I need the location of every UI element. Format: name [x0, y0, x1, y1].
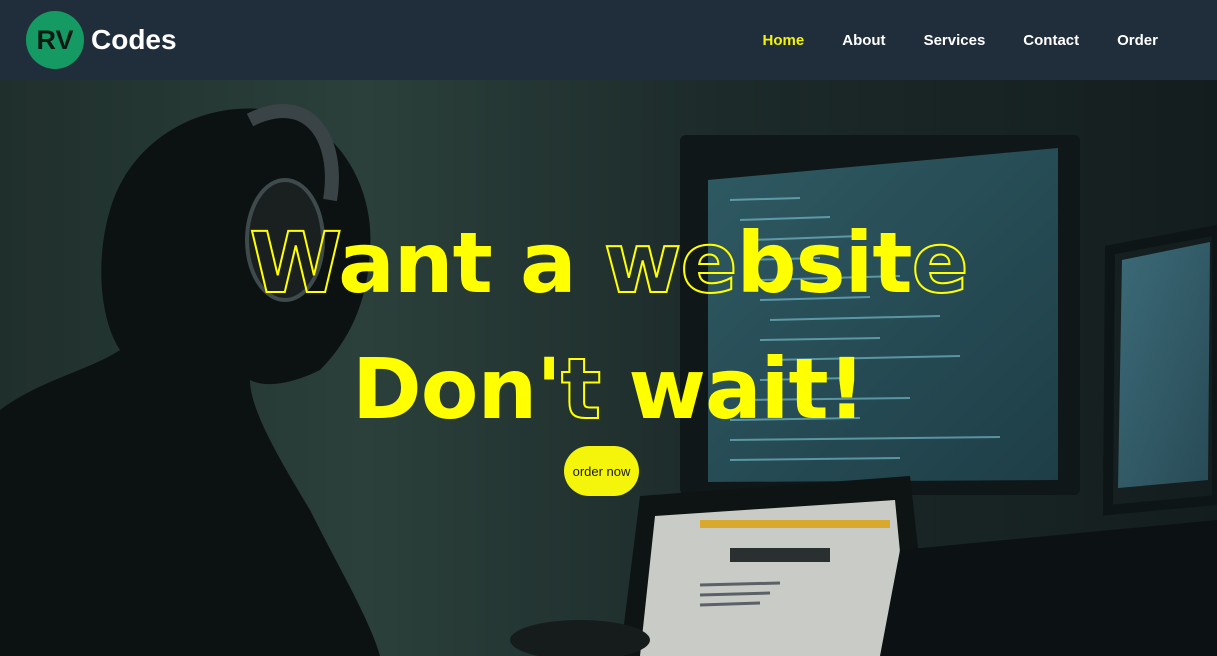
nav-link-order[interactable]: Order: [1098, 32, 1177, 49]
headline-line-1: Want a website: [0, 200, 1217, 326]
headline-1-part-2: ant a: [338, 214, 604, 312]
order-now-button[interactable]: order now: [564, 446, 639, 496]
nav-link-about[interactable]: About: [823, 32, 904, 49]
nav-link-contact[interactable]: Contact: [1004, 32, 1098, 49]
hero-section: Want a website Don't wait! order now: [0, 80, 1217, 656]
headline-1-part-1: W: [248, 213, 340, 313]
logo-text: RV: [36, 24, 74, 55]
brand-name: Codes: [91, 24, 177, 55]
nav-links: Home About Services Contact Order: [744, 32, 1177, 49]
logo-badge: RV: [26, 11, 84, 69]
headline-line-2: Don't wait!: [0, 326, 1217, 452]
headline-1-part-4: bsit: [736, 214, 913, 312]
nav-link-home[interactable]: Home: [744, 32, 824, 49]
nav-link-services[interactable]: Services: [905, 32, 1005, 49]
headline-2-part-3: wait!: [600, 340, 866, 438]
hero-headline: Want a website Don't wait!: [0, 200, 1217, 452]
brand[interactable]: RV Codes: [26, 11, 177, 69]
headline-2-part-1: Don': [352, 340, 562, 438]
headline-1-part-5: e: [911, 213, 970, 313]
headline-2-part-2: t: [560, 339, 602, 439]
headline-1-part-3: we: [603, 213, 739, 313]
navbar: RV Codes Home About Services Contact Ord…: [0, 0, 1217, 80]
